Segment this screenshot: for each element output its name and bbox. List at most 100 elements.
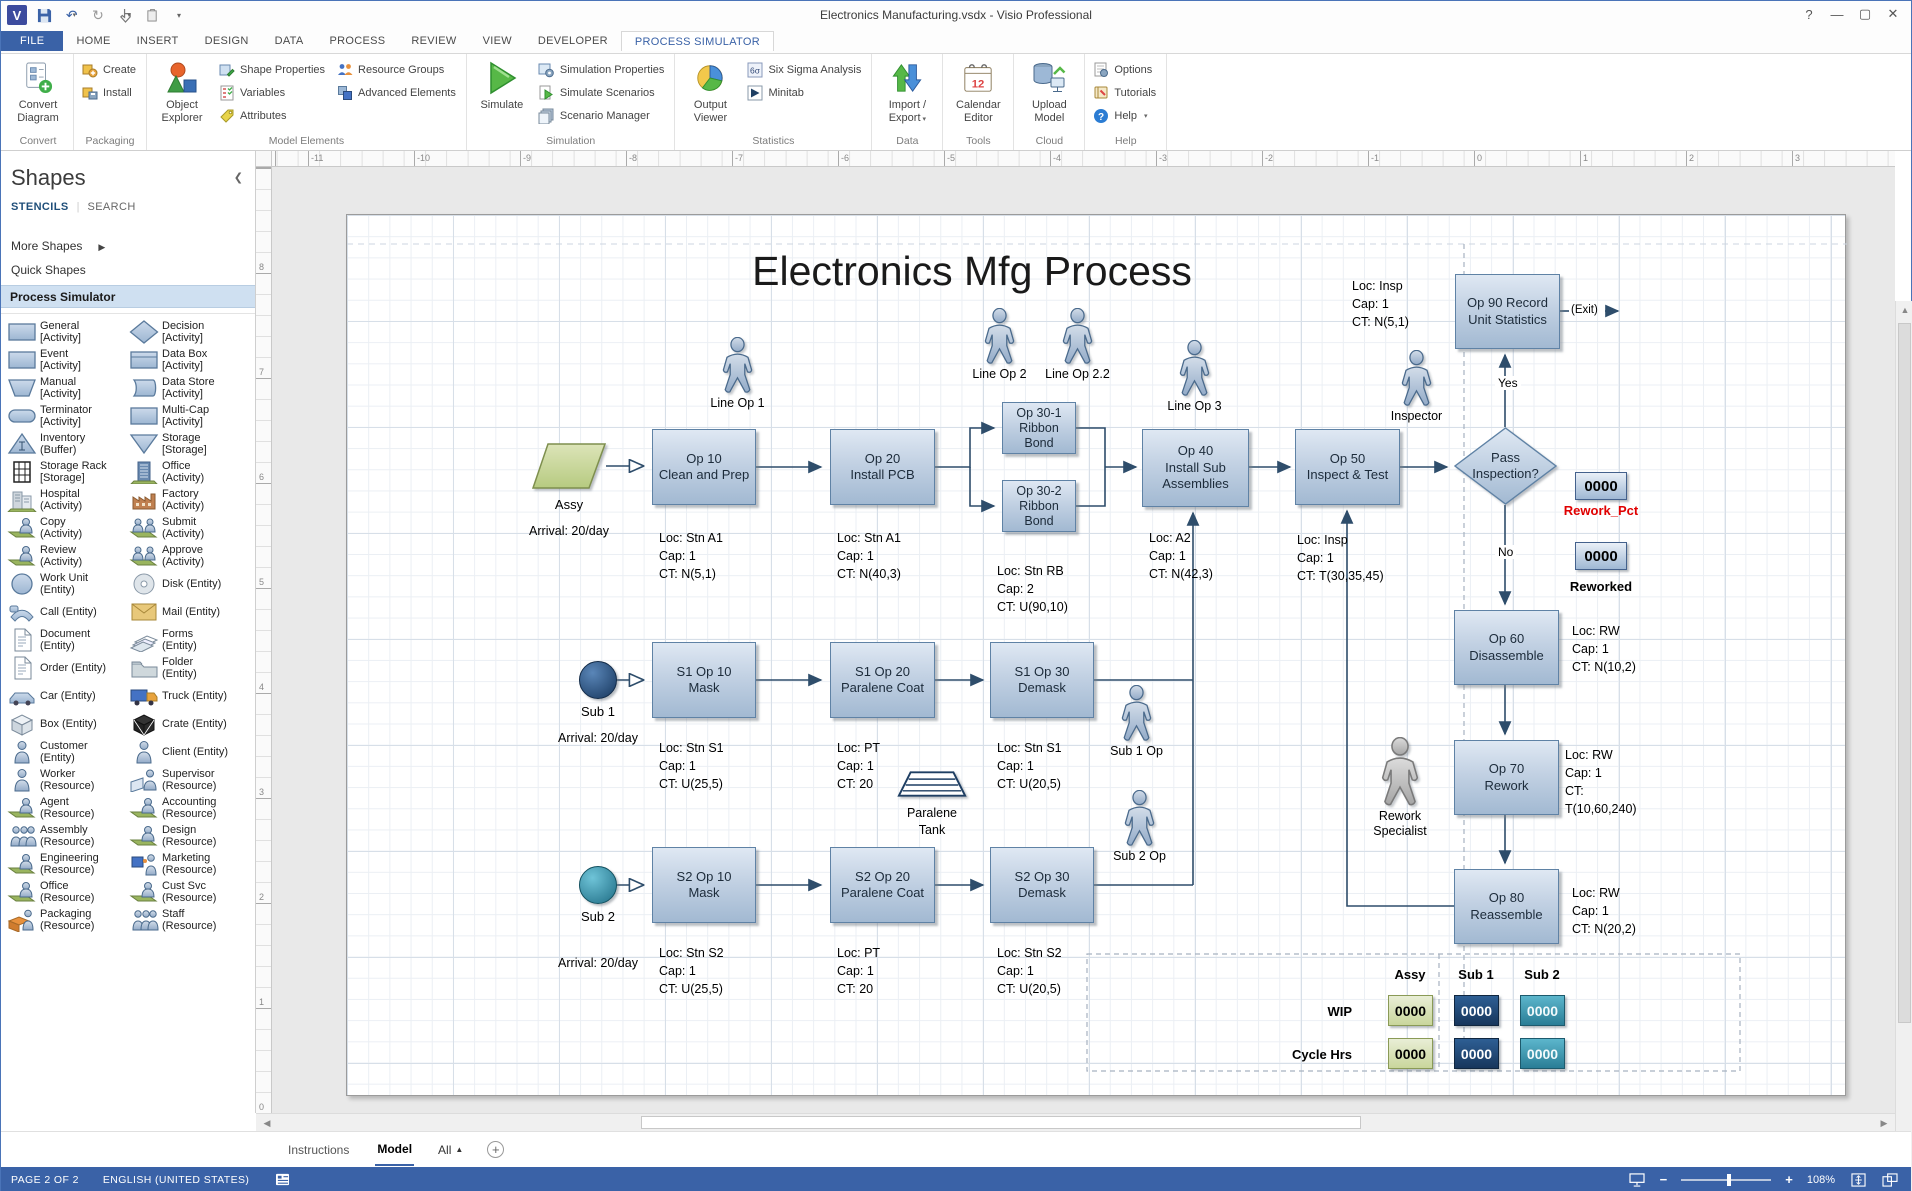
stencil-shape-office[interactable]: Office(Activity) [129, 458, 251, 486]
stencil-shape-cust-svc[interactable]: Cust Svc(Resource) [129, 878, 251, 906]
stencil-header-process-simulator[interactable]: Process Simulator [1, 285, 255, 308]
stencil-shape-event[interactable]: Event[Activity] [7, 346, 129, 374]
tab-home[interactable]: HOME [63, 31, 123, 50]
tab-developer[interactable]: DEVELOPER [525, 31, 621, 50]
stencil-shape-multi-cap[interactable]: Multi-Cap[Activity] [129, 402, 251, 430]
process-box-op10[interactable]: Op 10Clean and Prep [652, 429, 756, 505]
vertical-scrollbar[interactable]: ▲ ▼ [1895, 301, 1912, 1191]
process-box-s2op10[interactable]: S2 Op 10Mask [652, 847, 756, 923]
more-shapes[interactable]: More Shapes▶ [11, 239, 105, 253]
canvas-viewport[interactable]: Electronics Mfg Process Op 10Clean and P… [272, 167, 1895, 1113]
button-create[interactable]: Create [78, 58, 142, 81]
zoom-slider[interactable] [1681, 1179, 1771, 1181]
tab-review[interactable]: REVIEW [398, 31, 469, 50]
shapes-tab-stencils[interactable]: STENCILS [11, 201, 69, 213]
stencil-shape-disk-entity-[interactable]: Disk (Entity) [129, 570, 251, 598]
tab-process-simulator-active[interactable]: PROCESS SIMULATOR [621, 31, 774, 51]
person-sub2op[interactable] [1124, 790, 1155, 852]
diagram-title[interactable]: Electronics Mfg Process [672, 248, 1272, 295]
zoom-slider-thumb[interactable] [1727, 1174, 1731, 1186]
tab-file[interactable]: FILE [1, 31, 63, 51]
scroll-left-icon[interactable]: ◀ [258, 1118, 276, 1129]
tab-process[interactable]: PROCESS [316, 31, 398, 50]
process-box-op50[interactable]: Op 50Inspect & Test [1295, 429, 1400, 505]
person-lineop22[interactable] [1062, 308, 1093, 370]
stencil-shape-manual[interactable]: Manual[Activity] [7, 374, 129, 402]
process-box-op80[interactable]: Op 80Reassemble [1454, 869, 1559, 944]
tab-data[interactable]: DATA [262, 31, 317, 50]
stencil-shape-assembly[interactable]: Assembly(Resource) [7, 822, 129, 850]
status-language[interactable]: ENGLISH (UNITED STATES) [103, 1174, 250, 1186]
stencil-shape-marketing[interactable]: Marketing(Resource) [129, 850, 251, 878]
add-page-button[interactable]: + [487, 1141, 504, 1158]
tab-design[interactable]: DESIGN [192, 31, 262, 50]
monitor-cell-cycle-hrs-assy[interactable]: 0000 [1388, 1038, 1433, 1069]
process-box-s1op30[interactable]: S1 Op 30Demask [990, 642, 1094, 718]
button-simulate[interactable]: Simulate [471, 56, 533, 112]
person-inspector[interactable] [1401, 350, 1432, 412]
zoom-level[interactable]: 108% [1807, 1174, 1835, 1186]
stencil-shape-data-box[interactable]: Data Box[Activity] [129, 346, 251, 374]
person-lineop3[interactable] [1179, 340, 1210, 402]
button-variables[interactable]: Variables [215, 81, 331, 104]
tab-view[interactable]: VIEW [470, 31, 525, 50]
stencil-shape-call-entity-[interactable]: Call (Entity) [7, 598, 129, 626]
process-box-op60[interactable]: Op 60Disassemble [1454, 610, 1559, 685]
stencil-shape-decision[interactable]: Decision[Activity] [129, 318, 251, 346]
macro-status-icon[interactable] [273, 1172, 291, 1188]
stencil-shape-copy[interactable]: Copy(Activity) [7, 514, 129, 542]
drawing-page[interactable]: Electronics Mfg Process Op 10Clean and P… [346, 214, 1846, 1096]
stencil-shape-crate-entity-[interactable]: Crate (Entity) [129, 710, 251, 738]
switch-windows-icon[interactable] [1881, 1172, 1899, 1188]
button-convert-diagram[interactable]: ConvertDiagram [7, 56, 69, 125]
button-shape-properties[interactable]: Shape Properties [215, 58, 331, 81]
stencil-shape-accounting[interactable]: Accounting(Resource) [129, 794, 251, 822]
button-minitab[interactable]: Minitab [743, 81, 867, 104]
button-options[interactable]: Options [1089, 58, 1162, 81]
button-simulation-properties[interactable]: Simulation Properties [535, 58, 671, 81]
horizontal-scroll-thumb[interactable] [641, 1116, 1361, 1129]
counter-reworked[interactable]: 0000 [1575, 542, 1627, 570]
stencil-shape-worker[interactable]: Worker(Resource) [7, 766, 129, 794]
button-import-export[interactable]: Import /Export▾ [876, 56, 938, 126]
fit-page-icon[interactable] [1849, 1172, 1867, 1188]
stencil-shape-terminator[interactable]: Terminator[Activity] [7, 402, 129, 430]
stencil-shape-forms[interactable]: Forms(Entity) [129, 626, 251, 654]
process-box-s2op20[interactable]: S2 Op 20Paralene Coat [830, 847, 935, 923]
button-simulate-scenarios[interactable]: Simulate Scenarios [535, 81, 671, 104]
stencil-shape-submit[interactable]: Submit(Activity) [129, 514, 251, 542]
stencil-shape-folder[interactable]: Folder(Entity) [129, 654, 251, 682]
stencil-shape-client-entity-[interactable]: Client (Entity) [129, 738, 251, 766]
process-box-op70[interactable]: Op 70Rework [1454, 740, 1559, 815]
stencil-shape-design[interactable]: Design(Resource) [129, 822, 251, 850]
presentation-mode-icon[interactable] [1628, 1172, 1646, 1188]
monitor-cell-cycle-hrs-sub-2[interactable]: 0000 [1520, 1038, 1565, 1069]
monitor-cell-cycle-hrs-sub-1[interactable]: 0000 [1454, 1038, 1499, 1069]
page-tab-instructions[interactable]: Instructions [286, 1135, 351, 1165]
status-page-indicator[interactable]: PAGE 2 OF 2 [11, 1174, 79, 1186]
button-advanced-elements[interactable]: Advanced Elements [333, 81, 462, 104]
button-output-viewer[interactable]: OutputViewer [679, 56, 741, 125]
stencil-shape-storage-rack[interactable]: Storage Rack[Storage] [7, 458, 129, 486]
stencil-shape-general[interactable]: General[Activity] [7, 318, 129, 346]
process-box-s1op20[interactable]: S1 Op 20Paralene Coat [830, 642, 935, 718]
stencil-shape-document[interactable]: Document(Entity) [7, 626, 129, 654]
zoom-in-icon[interactable]: + [1785, 1172, 1793, 1187]
help-icon[interactable]: ? [1795, 1, 1823, 27]
process-box-s1op10[interactable]: S1 Op 10Mask [652, 642, 756, 718]
horizontal-scrollbar[interactable]: ◀ ▶ [256, 1113, 1895, 1131]
stencil-shape-storage[interactable]: Storage[Storage] [129, 430, 251, 458]
stencil-shape-truck-entity-[interactable]: Truck (Entity) [129, 682, 251, 710]
scroll-up-icon[interactable]: ▲ [1896, 305, 1912, 315]
person-reworkspec[interactable] [1381, 737, 1419, 812]
stencil-shape-approve[interactable]: Approve(Activity) [129, 542, 251, 570]
zoom-out-icon[interactable]: − [1660, 1172, 1668, 1187]
scroll-right-icon[interactable]: ▶ [1875, 1118, 1893, 1129]
stencil-shape-office[interactable]: Office(Resource) [7, 878, 129, 906]
minimize-icon[interactable]: — [1823, 1, 1851, 27]
monitor-cell-wip-sub-1[interactable]: 0000 [1454, 995, 1499, 1026]
button-upload-model[interactable]: UploadModel [1018, 56, 1080, 125]
person-lineop2[interactable] [984, 308, 1015, 370]
maximize-icon[interactable]: ▢ [1851, 1, 1879, 27]
stencil-shape-engineering[interactable]: Engineering(Resource) [7, 850, 129, 878]
